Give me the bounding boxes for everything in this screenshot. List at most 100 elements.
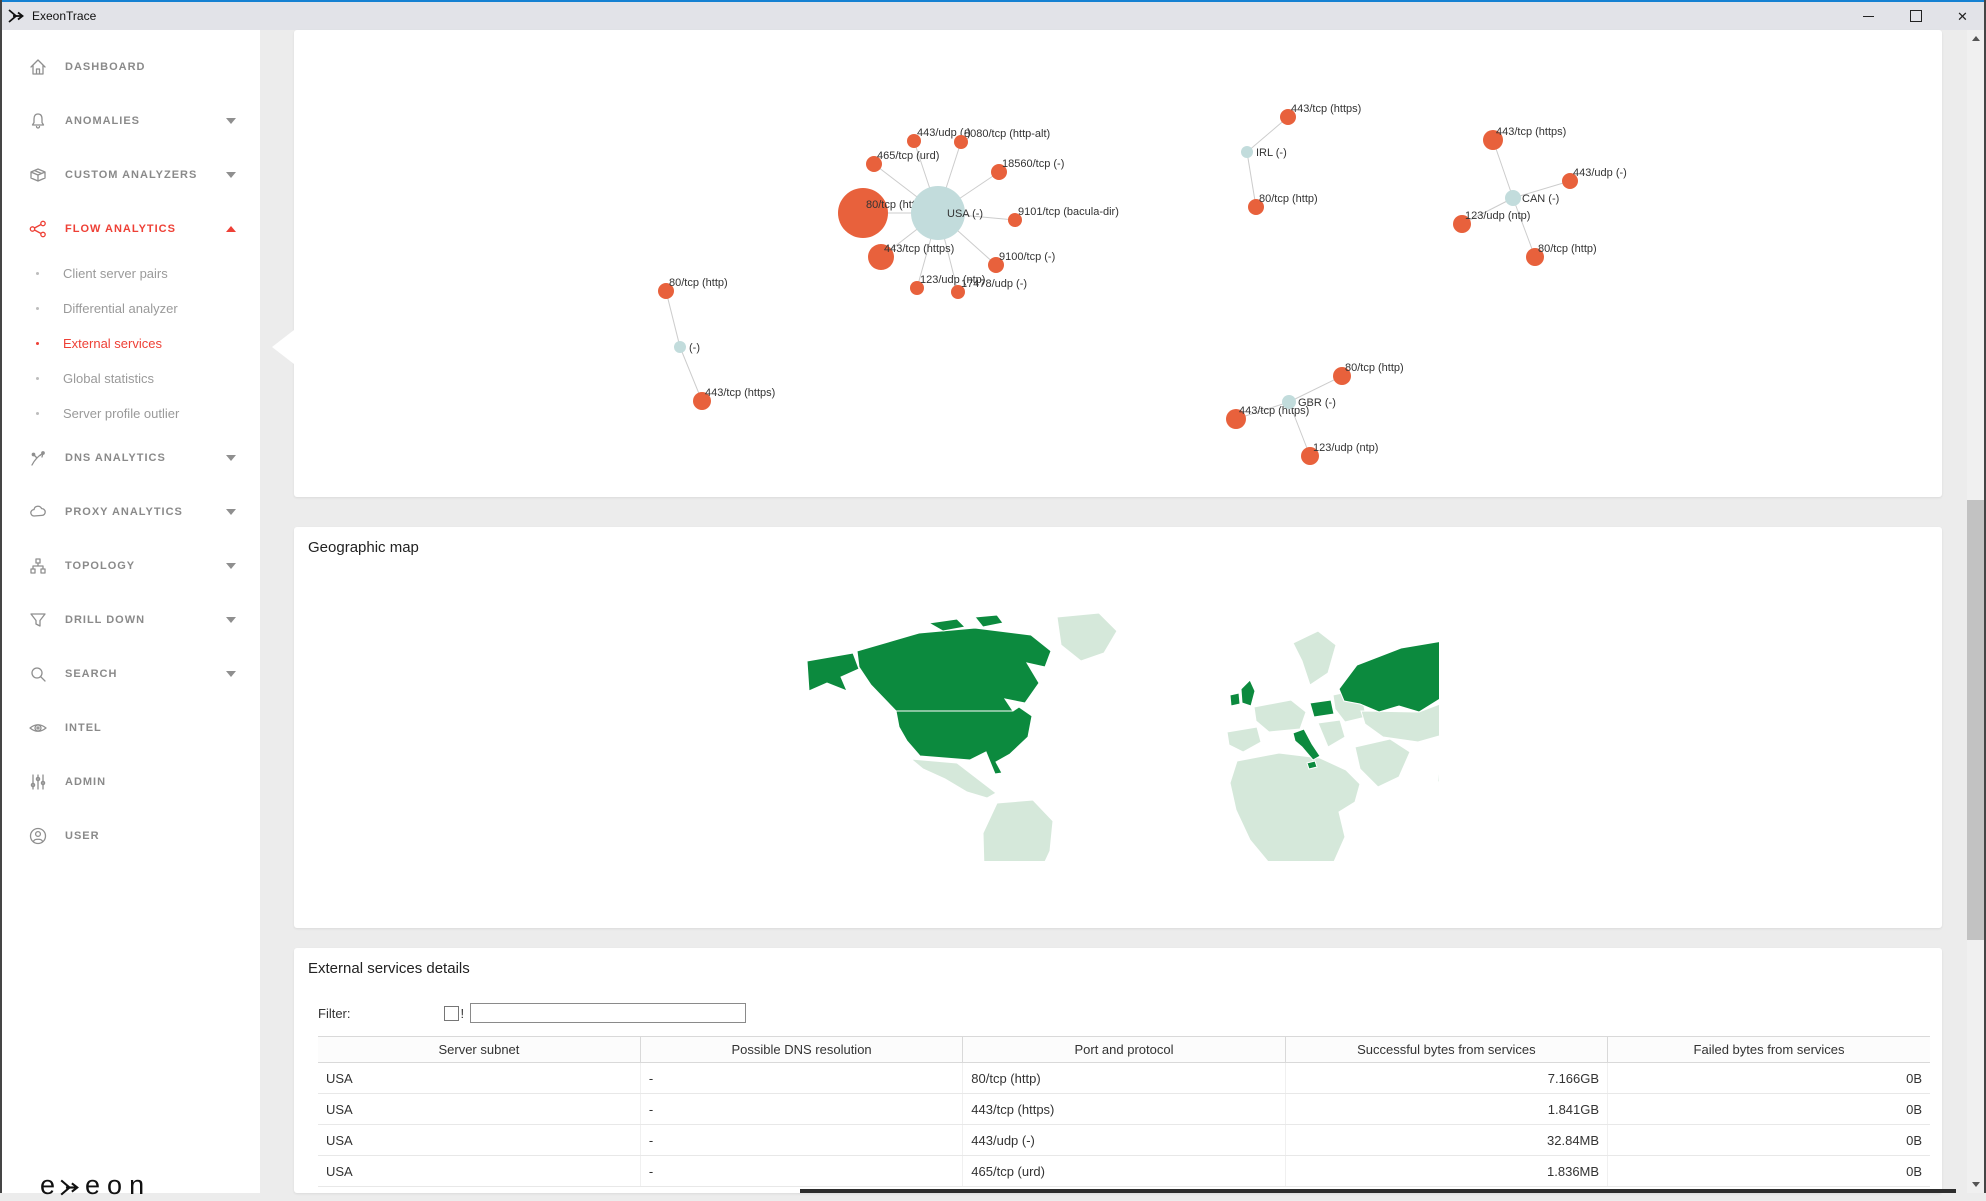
table-cell: 443/tcp (https) <box>963 1094 1285 1125</box>
vertical-scrollbar[interactable] <box>1967 30 1984 1193</box>
country-scandinavia <box>1293 631 1336 685</box>
sidebar-item-global-statistics[interactable]: Global statistics <box>0 361 260 396</box>
graph-node-label: 80/tcp (http) <box>1345 362 1404 374</box>
sidebar-item-anomalies[interactable]: ANOMALIES <box>0 94 260 148</box>
country-iberia <box>1227 727 1261 752</box>
arrow-down-icon <box>1972 1182 1980 1187</box>
search-icon <box>28 664 48 684</box>
country-balkans <box>1318 720 1345 747</box>
graph-node-label: 9100/tcp (-) <box>999 251 1055 263</box>
sidebar-item-intel[interactable]: INTEL <box>0 701 260 755</box>
graph-node-hub[interactable] <box>674 341 686 353</box>
panel-pointer-notch <box>272 330 294 364</box>
bullet-dot <box>36 342 39 345</box>
home-icon <box>28 57 48 77</box>
graph-node-hub[interactable] <box>1505 190 1521 206</box>
sidebar-item-proxy-analytics[interactable]: PROXY ANALYTICS <box>0 485 260 539</box>
chevron-down-icon <box>226 671 236 677</box>
sidebar-item-external-services[interactable]: External services <box>0 326 260 361</box>
table-cell: 32.84MB <box>1285 1125 1607 1156</box>
country-greenland <box>1057 613 1117 661</box>
graph-node-label: GBR (-) <box>1298 397 1336 409</box>
sidebar-item-label: USER <box>65 830 100 842</box>
bell-icon <box>28 111 48 131</box>
table-cell: 0B <box>1608 1125 1930 1156</box>
sidebar-item-dns-analytics[interactable]: DNS ANALYTICS <box>0 431 260 485</box>
sidebar-item-search[interactable]: SEARCH <box>0 647 260 701</box>
country-uk <box>1241 680 1255 706</box>
sidebar-item-label: SEARCH <box>65 668 117 680</box>
sidebar-item-admin[interactable]: ADMIN <box>0 755 260 809</box>
window-border-left <box>0 0 2 1193</box>
wordmark-text: e <box>40 1170 62 1201</box>
sidebar-item-client-server-pairs[interactable]: Client server pairs <box>0 256 260 291</box>
filter-negate-checkbox[interactable] <box>444 1006 459 1021</box>
table-cell: 7.166GB <box>1285 1063 1607 1094</box>
table-row[interactable]: USA-465/tcp (urd)1.836MB0B <box>318 1156 1930 1187</box>
branch-icon <box>28 448 48 468</box>
chevron-up-icon <box>226 226 236 232</box>
column-header[interactable]: Possible DNS resolution <box>640 1037 962 1063</box>
graph-node-label: 80/tcp (http) <box>1259 193 1318 205</box>
table-row[interactable]: USA-443/udp (-)32.84MB0B <box>318 1125 1930 1156</box>
table-cell: USA <box>318 1125 640 1156</box>
sidebar-subitem-label: Global statistics <box>63 371 154 386</box>
scrollbar-thumb[interactable] <box>1967 500 1984 940</box>
sidebar-subitem-label: Client server pairs <box>63 266 168 281</box>
table-cell: 1.841GB <box>1285 1094 1607 1125</box>
sidebar-item-custom-analyzers[interactable]: CUSTOM ANALYZERS <box>0 148 260 202</box>
topology-icon <box>28 556 48 576</box>
filter-input[interactable] <box>470 1003 746 1023</box>
close-button[interactable]: ✕ <box>1939 2 1986 30</box>
services-table-header: Server subnetPossible DNS resolutionPort… <box>318 1037 1930 1063</box>
sidebar-item-user[interactable]: USER <box>0 809 260 863</box>
graph-node-hub[interactable] <box>1282 395 1296 409</box>
network-graph-svg[interactable]: 443/udp (-)8080/tcp (http-alt)465/tcp (u… <box>294 30 1942 497</box>
sidebar-item-flow-analytics[interactable]: FLOW ANALYTICS <box>0 202 260 256</box>
column-header[interactable]: Server subnet <box>318 1037 640 1063</box>
scroll-down-button[interactable] <box>1967 1176 1984 1193</box>
sidebar-item-topology[interactable]: TOPOLOGY <box>0 539 260 593</box>
table-cell: 0B <box>1608 1094 1930 1125</box>
table-row[interactable]: USA-80/tcp (http)7.166GB0B <box>318 1063 1930 1094</box>
sidebar-item-differential-analyzer[interactable]: Differential analyzer <box>0 291 260 326</box>
table-row[interactable]: USA-443/tcp (https)1.841GB0B <box>318 1094 1930 1125</box>
country-west-europe <box>1254 700 1306 732</box>
sidebar-item-dashboard[interactable]: DASHBOARD <box>0 40 260 94</box>
exeon-x-icon <box>8 8 24 24</box>
panel-title: External services details <box>308 960 470 977</box>
sidebar-item-label: DNS ANALYTICS <box>65 452 166 464</box>
graph-node-label: 8080/tcp (http-alt) <box>964 128 1050 140</box>
funnel-icon <box>28 610 48 630</box>
graph-node-hub[interactable] <box>1241 146 1253 158</box>
graph-node-label: 443/tcp (https) <box>884 243 954 255</box>
graph-node-label: 18560/tcp (-) <box>1002 158 1064 170</box>
scroll-up-button[interactable] <box>1967 30 1984 47</box>
graph-edge <box>1247 152 1256 207</box>
graph-edge <box>1513 198 1535 257</box>
sidebar-subitem-label: External services <box>63 336 162 351</box>
table-cell: 0B <box>1608 1156 1930 1187</box>
country-poland <box>1310 700 1334 717</box>
bullet-dot <box>36 412 39 415</box>
graph-node-label: 80/tcp (http) <box>1538 243 1597 255</box>
arrow-up-icon <box>1972 36 1980 41</box>
cloud-icon <box>28 502 48 522</box>
chevron-down-icon <box>226 509 236 515</box>
minimize-button[interactable] <box>1845 2 1892 30</box>
maximize-button[interactable] <box>1892 2 1939 30</box>
sidebar-item-drill-down[interactable]: DRILL DOWN <box>0 593 260 647</box>
column-header[interactable]: Successful bytes from services <box>1285 1037 1607 1063</box>
sidebar: DASHBOARD ANOMALIES CUSTOM ANALYZERS FLO… <box>0 30 260 1193</box>
graph-node-service[interactable] <box>838 188 888 238</box>
sidebar-item-server-profile-outlier[interactable]: Server profile outlier <box>0 396 260 431</box>
table-cell: - <box>640 1063 962 1094</box>
titlebar: ExeonTrace ✕ <box>0 0 1986 30</box>
column-header[interactable]: Failed bytes from services <box>1608 1037 1930 1063</box>
external-services-graph-panel: 443/udp (-)8080/tcp (http-alt)465/tcp (u… <box>294 30 1942 497</box>
column-header[interactable]: Port and protocol <box>963 1037 1285 1063</box>
graph-node-label: CAN (-) <box>1522 193 1559 205</box>
country-russia <box>1339 632 1439 712</box>
window-title: ExeonTrace <box>32 9 96 23</box>
graph-node-label: 465/tcp (urd) <box>877 150 939 162</box>
